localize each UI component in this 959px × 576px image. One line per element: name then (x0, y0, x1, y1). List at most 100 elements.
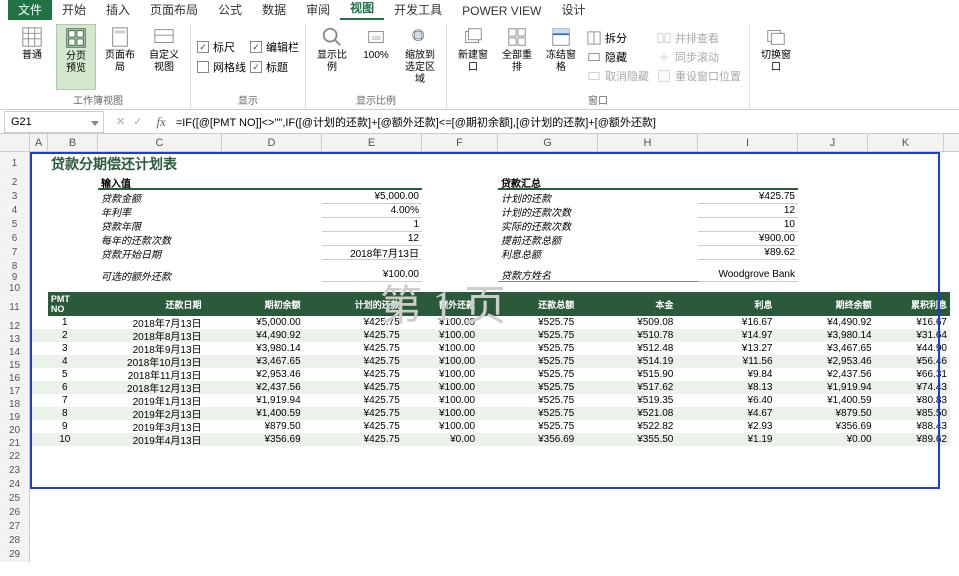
table-cell[interactable]: 1 (48, 316, 82, 329)
row-header[interactable]: 2 (0, 176, 29, 190)
table-cell[interactable]: ¥525.75 (478, 394, 577, 407)
column-header[interactable]: C (98, 134, 222, 151)
table-cell[interactable]: ¥100.00 (403, 342, 478, 355)
table-cell[interactable]: ¥100.00 (403, 407, 478, 420)
zoom-100-button[interactable]: 100100% (356, 24, 396, 90)
table-cell[interactable]: ¥0.00 (403, 433, 478, 446)
table-cell[interactable]: ¥4,490.92 (776, 316, 875, 329)
table-cell[interactable]: ¥8.13 (676, 381, 775, 394)
table-cell[interactable]: ¥525.75 (478, 355, 577, 368)
worksheet[interactable]: 第 1 页 贷款分期偿还计划表 输入值 贷款汇总 贷款金额¥5,000.00计划… (30, 152, 950, 562)
table-cell[interactable]: ¥3,467.65 (776, 342, 875, 355)
table-cell[interactable]: ¥85.50 (875, 407, 950, 420)
table-cell[interactable]: ¥425.75 (304, 394, 403, 407)
row-header[interactable]: 11 (0, 296, 29, 320)
row-header[interactable]: 3 (0, 190, 29, 204)
table-cell[interactable]: ¥522.82 (577, 420, 676, 433)
row-header[interactable]: 22 (0, 450, 29, 464)
table-cell[interactable]: ¥2.93 (676, 420, 775, 433)
name-box[interactable]: G21 (4, 111, 104, 133)
row-header[interactable]: 19 (0, 411, 29, 424)
row-header[interactable]: 9 (0, 274, 29, 282)
table-cell[interactable]: ¥4.67 (676, 407, 775, 420)
table-cell[interactable]: ¥16.67 (676, 316, 775, 329)
table-cell[interactable]: ¥525.75 (478, 329, 577, 342)
table-cell[interactable]: ¥356.69 (205, 433, 304, 446)
row-header[interactable]: 15 (0, 359, 29, 372)
tab-review[interactable]: 审阅 (296, 0, 340, 20)
table-cell[interactable]: 5 (48, 368, 82, 381)
input-value[interactable]: 2018年7月13日 (322, 246, 422, 260)
table-cell[interactable]: ¥525.75 (478, 407, 577, 420)
table-cell[interactable]: ¥509.08 (577, 316, 676, 329)
table-cell[interactable]: ¥2,953.46 (205, 368, 304, 381)
tab-file[interactable]: 文件 (8, 0, 52, 20)
table-cell[interactable]: ¥525.75 (478, 342, 577, 355)
zoom-to-selection-button[interactable]: 缩放到 选定区域 (400, 24, 440, 90)
table-cell[interactable]: ¥100.00 (403, 316, 478, 329)
row-header[interactable]: 13 (0, 333, 29, 346)
table-cell[interactable]: ¥100.00 (403, 368, 478, 381)
table-cell[interactable]: ¥879.50 (776, 407, 875, 420)
table-column-header[interactable]: 还款总额 (478, 292, 577, 316)
table-cell[interactable]: ¥525.75 (478, 381, 577, 394)
row-header[interactable]: 6 (0, 232, 29, 246)
table-column-header[interactable]: 期初余额 (205, 292, 304, 316)
column-header[interactable]: K (868, 134, 944, 151)
table-cell[interactable]: ¥510.78 (577, 329, 676, 342)
table-cell[interactable]: 2 (48, 329, 82, 342)
table-cell[interactable]: 10 (48, 433, 82, 446)
new-window-button[interactable]: 新建窗口 (453, 24, 493, 90)
table-cell[interactable]: ¥512.48 (577, 342, 676, 355)
table-cell[interactable]: 8 (48, 407, 82, 420)
table-cell[interactable]: ¥100.00 (403, 329, 478, 342)
row-header[interactable]: 28 (0, 534, 29, 548)
column-header[interactable]: A (30, 134, 48, 151)
table-cell[interactable]: ¥1,919.94 (205, 394, 304, 407)
row-header[interactable]: 12 (0, 320, 29, 333)
row-header[interactable]: 21 (0, 437, 29, 450)
table-cell[interactable]: ¥425.75 (304, 433, 403, 446)
formula-bar-checkbox[interactable]: ✓编辑栏 (250, 39, 299, 55)
row-header[interactable]: 17 (0, 385, 29, 398)
table-cell[interactable]: ¥16.67 (875, 316, 950, 329)
table-cell[interactable]: ¥5,000.00 (205, 316, 304, 329)
table-cell[interactable]: ¥31.64 (875, 329, 950, 342)
column-header[interactable]: H (598, 134, 698, 151)
table-cell[interactable]: ¥3,980.14 (205, 342, 304, 355)
table-cell[interactable]: ¥525.75 (478, 368, 577, 381)
select-all-corner[interactable] (0, 134, 30, 151)
table-cell[interactable]: ¥100.00 (403, 394, 478, 407)
row-header[interactable]: 26 (0, 506, 29, 520)
table-cell[interactable]: ¥4,490.92 (205, 329, 304, 342)
table-cell[interactable]: ¥100.00 (403, 420, 478, 433)
table-column-header[interactable]: PMT NO (48, 292, 82, 316)
cancel-icon[interactable]: ✕ (116, 115, 125, 128)
row-header[interactable]: 29 (0, 548, 29, 562)
row-header[interactable]: 14 (0, 346, 29, 359)
table-cell[interactable]: ¥2,953.46 (776, 355, 875, 368)
column-header[interactable]: D (222, 134, 322, 151)
custom-views-button[interactable]: 自定义视图 (144, 24, 184, 90)
table-cell[interactable]: ¥425.75 (304, 407, 403, 420)
table-cell[interactable]: ¥425.75 (304, 420, 403, 433)
tab-developer[interactable]: 开发工具 (384, 0, 452, 20)
table-cell[interactable]: ¥3,467.65 (205, 355, 304, 368)
headings-checkbox[interactable]: ✓标题 (250, 59, 299, 75)
arrange-all-button[interactable]: 全部重排 (497, 24, 537, 90)
column-header[interactable]: J (798, 134, 868, 151)
table-cell[interactable]: ¥11.56 (676, 355, 775, 368)
table-cell[interactable]: ¥80.83 (875, 394, 950, 407)
table-cell[interactable]: ¥56.46 (875, 355, 950, 368)
table-cell[interactable]: ¥525.75 (478, 420, 577, 433)
table-cell[interactable]: ¥44.90 (875, 342, 950, 355)
table-cell[interactable]: ¥425.75 (304, 342, 403, 355)
table-cell[interactable]: ¥89.62 (875, 433, 950, 446)
freeze-panes-button[interactable]: 冻结窗格 (541, 24, 581, 90)
table-cell[interactable]: ¥66.31 (875, 368, 950, 381)
table-column-header[interactable]: 累积利息 (875, 292, 950, 316)
tab-page-layout[interactable]: 页面布局 (140, 0, 208, 20)
column-header[interactable]: I (698, 134, 798, 151)
table-cell[interactable]: ¥3,980.14 (776, 329, 875, 342)
table-cell[interactable]: ¥74.43 (875, 381, 950, 394)
